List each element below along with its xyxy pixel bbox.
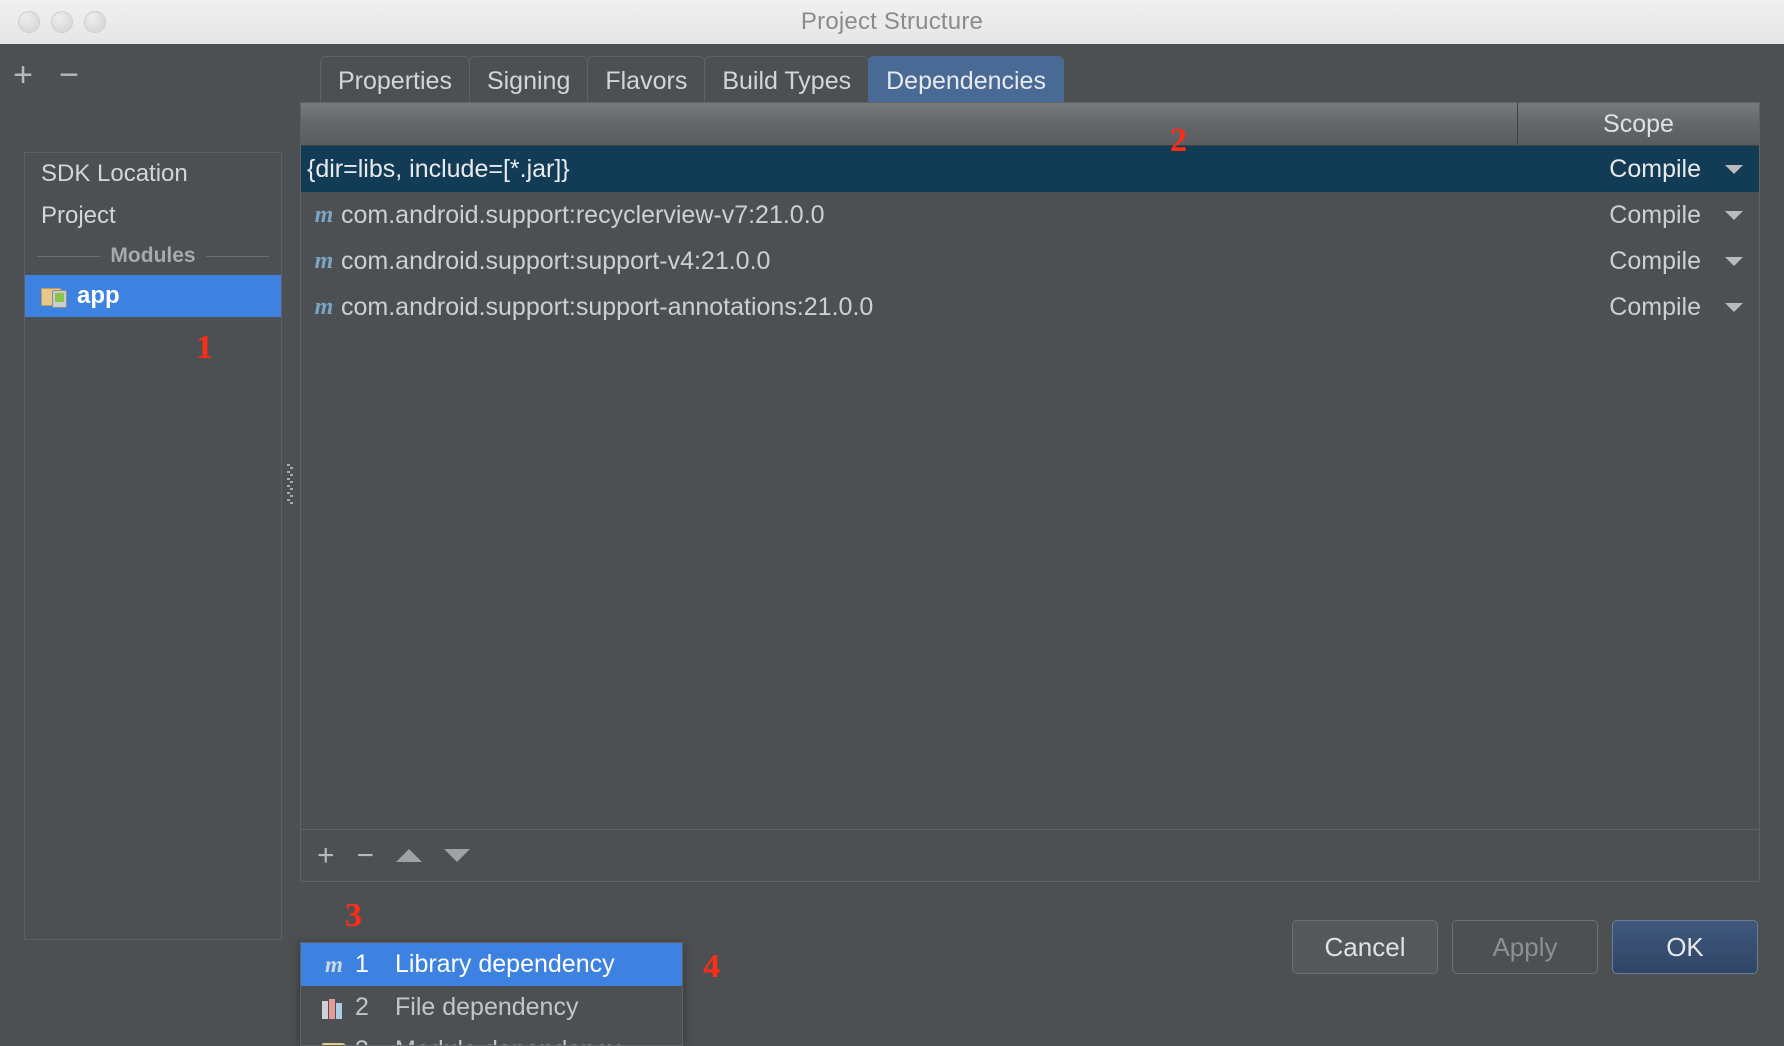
sidebar-item-app[interactable]: app bbox=[25, 275, 281, 317]
dependency-name-cell[interactable]: m com.android.support:support-annotation… bbox=[301, 293, 1517, 322]
window-title: Project Structure bbox=[800, 8, 984, 35]
scope-cell[interactable]: Compile bbox=[1517, 247, 1759, 276]
chevron-down-icon[interactable] bbox=[1725, 164, 1743, 174]
maven-m-icon: m bbox=[314, 247, 334, 274]
dependencies-toolbar: + − bbox=[301, 829, 1759, 881]
menu-item-number: 2 bbox=[355, 993, 369, 1021]
add-module-button[interactable]: + bbox=[0, 52, 46, 98]
tab-bar[interactable]: Properties Signing Flavors Build Types D… bbox=[320, 52, 1064, 106]
table-row[interactable]: m com.android.support:support-v4:21.0.0 … bbox=[301, 238, 1759, 284]
books-icon bbox=[313, 994, 355, 1021]
dependency-name: com.android.support:support-annotations:… bbox=[341, 292, 874, 321]
table-row[interactable]: m com.android.support:support-annotation… bbox=[301, 284, 1759, 330]
remove-dependency-button[interactable]: − bbox=[357, 840, 375, 871]
sidebar-item-label: app bbox=[77, 282, 120, 309]
move-down-icon[interactable] bbox=[444, 849, 471, 862]
menu-item-module-dependency[interactable]: 3 Module dependency bbox=[301, 1029, 682, 1045]
zoom-button-icon[interactable] bbox=[84, 11, 106, 33]
maven-m-icon: m bbox=[314, 201, 334, 228]
chevron-down-icon[interactable] bbox=[1725, 256, 1743, 266]
maven-m-icon: m bbox=[325, 952, 343, 977]
table-row[interactable]: m com.android.support:recyclerview-v7:21… bbox=[301, 192, 1759, 238]
dependency-name: com.android.support:support-v4:21.0.0 bbox=[341, 246, 771, 275]
column-header-name[interactable] bbox=[301, 103, 1517, 145]
sidebar-group-modules: Modules bbox=[25, 237, 281, 275]
dialog-button-bar: Cancel Apply OK bbox=[1292, 920, 1758, 974]
menu-item-label: Library dependency bbox=[395, 950, 615, 978]
add-dependency-menu[interactable]: m 1 Library dependency 2 File dependency… bbox=[300, 942, 683, 1046]
scope-cell[interactable]: Compile bbox=[1517, 155, 1759, 184]
chevron-down-icon[interactable] bbox=[1725, 210, 1743, 220]
menu-item-library-dependency[interactable]: m 1 Library dependency bbox=[301, 943, 682, 986]
table-header: Scope bbox=[301, 103, 1759, 146]
panel-splitter[interactable] bbox=[285, 44, 295, 1002]
divider-left bbox=[37, 255, 101, 257]
scope-value: Compile bbox=[1609, 200, 1701, 229]
ok-button[interactable]: OK bbox=[1612, 920, 1758, 974]
scope-value: Compile bbox=[1609, 154, 1701, 183]
dependency-name: {dir=libs, include=[*.jar]} bbox=[307, 154, 570, 183]
tab-signing[interactable]: Signing bbox=[468, 56, 589, 106]
tab-dependencies[interactable]: Dependencies bbox=[868, 56, 1064, 106]
remove-module-button[interactable]: − bbox=[46, 52, 92, 98]
dependency-name-cell[interactable]: m com.android.support:recyclerview-v7:21… bbox=[301, 201, 1517, 230]
menu-item-number: 3 bbox=[355, 1036, 395, 1045]
cancel-button[interactable]: Cancel bbox=[1292, 920, 1438, 974]
sidebar-item-project[interactable]: Project bbox=[25, 195, 281, 237]
dependency-name: com.android.support:recyclerview-v7:21.0… bbox=[341, 200, 825, 229]
tab-label: Signing bbox=[486, 66, 571, 95]
scope-cell[interactable]: Compile bbox=[1517, 201, 1759, 230]
tab-label: Dependencies bbox=[886, 66, 1046, 95]
annotation-marker-3: 3 bbox=[345, 897, 362, 934]
project-structure-dialog: + − SDK Location Project Modules app Pro… bbox=[0, 44, 1784, 1046]
tab-build-types[interactable]: Build Types bbox=[704, 56, 870, 106]
sidebar-toolbar: + − bbox=[0, 44, 292, 106]
folder-icon bbox=[313, 1037, 355, 1045]
window-titlebar: Project Structure bbox=[0, 0, 1784, 45]
window-controls[interactable] bbox=[18, 11, 106, 33]
move-up-icon[interactable] bbox=[396, 849, 423, 862]
sidebar-item-sdk-location[interactable]: SDK Location bbox=[25, 153, 281, 195]
dependencies-panel: Scope {dir=libs, include=[*.jar]} Compil… bbox=[300, 102, 1760, 882]
annotation-marker-1: 1 bbox=[196, 329, 213, 366]
column-header-scope[interactable]: Scope bbox=[1517, 103, 1759, 145]
menu-item-file-dependency[interactable]: 2 File dependency bbox=[301, 986, 682, 1029]
dependency-rows: {dir=libs, include=[*.jar]} Compile m co… bbox=[301, 146, 1759, 330]
tab-flavors[interactable]: Flavors bbox=[587, 56, 706, 106]
menu-item-label: Module dependency bbox=[395, 1036, 620, 1045]
sidebar-list[interactable]: SDK Location Project Modules app bbox=[24, 152, 282, 940]
splitter-grip-icon[interactable] bbox=[287, 464, 293, 506]
sidebar-item-label: SDK Location bbox=[41, 160, 188, 187]
menu-item-number: 1 bbox=[355, 950, 369, 978]
annotation-marker-2: 2 bbox=[1170, 122, 1187, 159]
scope-cell[interactable]: Compile bbox=[1517, 293, 1759, 322]
dependency-name-cell[interactable]: {dir=libs, include=[*.jar]} bbox=[301, 155, 1517, 184]
scope-value: Compile bbox=[1609, 292, 1701, 321]
maven-m-icon: m bbox=[314, 293, 334, 320]
table-row[interactable]: {dir=libs, include=[*.jar]} Compile bbox=[301, 146, 1759, 192]
menu-item-label: File dependency bbox=[395, 993, 579, 1021]
tab-label: Properties bbox=[338, 66, 452, 95]
add-dependency-button[interactable]: + bbox=[317, 840, 335, 871]
apply-button[interactable]: Apply bbox=[1452, 920, 1598, 974]
tab-properties[interactable]: Properties bbox=[320, 56, 470, 106]
sidebar-item-label: Project bbox=[41, 202, 116, 229]
dependency-name-cell[interactable]: m com.android.support:support-v4:21.0.0 bbox=[301, 247, 1517, 276]
minimize-button-icon[interactable] bbox=[51, 11, 73, 33]
android-module-icon bbox=[41, 285, 67, 308]
close-button-icon[interactable] bbox=[18, 11, 40, 33]
tab-label: Flavors bbox=[605, 66, 688, 95]
tab-label: Build Types bbox=[722, 66, 852, 95]
scope-value: Compile bbox=[1609, 246, 1701, 275]
divider-right bbox=[205, 255, 270, 257]
annotation-marker-4: 4 bbox=[703, 948, 720, 985]
chevron-down-icon[interactable] bbox=[1725, 302, 1743, 312]
sidebar-group-label: Modules bbox=[110, 244, 196, 267]
